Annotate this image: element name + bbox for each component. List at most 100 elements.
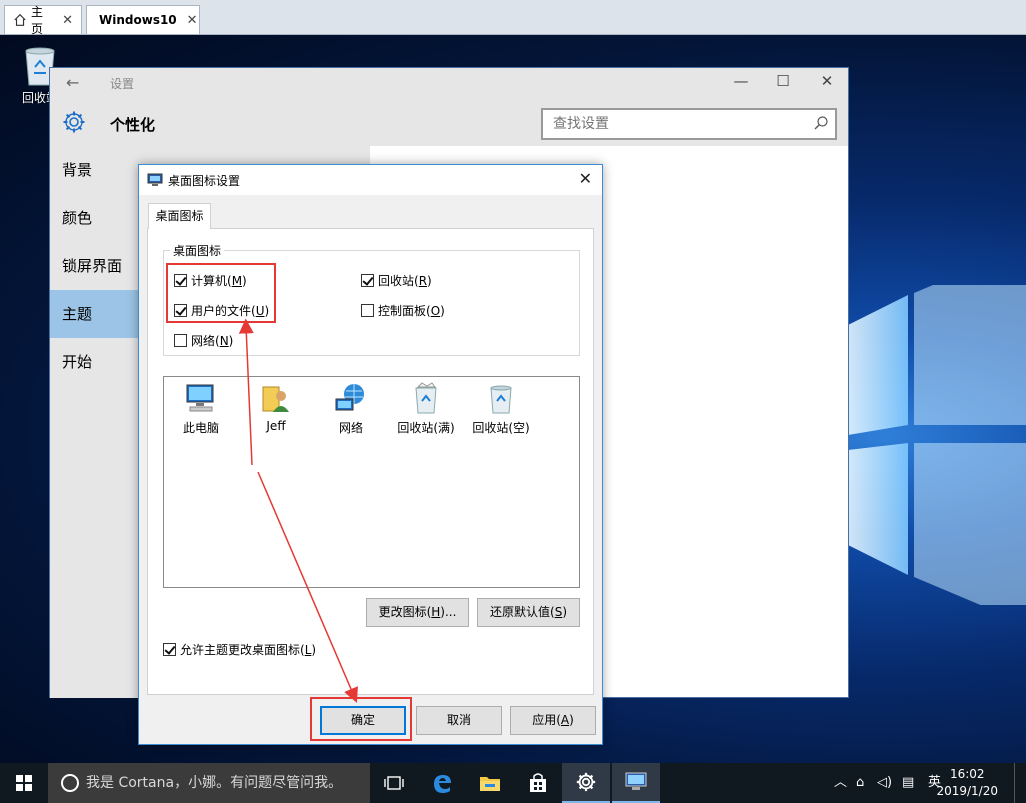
list-item-network[interactable]: 网络 <box>315 381 387 436</box>
list-item-label: 回收站(空) <box>472 421 530 435</box>
allow-theme-checkbox[interactable]: 允许主题更改桌面图标(L) <box>163 641 316 658</box>
checkbox-box[interactable] <box>361 274 374 287</box>
apply-button[interactable]: 应用(A) <box>510 706 596 735</box>
cancel-button[interactable]: 取消 <box>416 706 502 735</box>
minimize-icon[interactable]: — <box>730 72 752 90</box>
list-item-label: Jeff <box>266 419 286 433</box>
change-icon-button[interactable]: 更改图标(H)... <box>366 598 469 627</box>
list-item-label: 此电脑 <box>182 421 219 435</box>
checkbox-box[interactable] <box>361 304 374 317</box>
annotation-box-ok <box>310 697 412 741</box>
task-view-icon <box>384 776 404 790</box>
cortana-icon <box>61 774 79 792</box>
windows-start-icon <box>16 775 32 791</box>
restore-label: 还原默认值( <box>490 605 555 619</box>
search-icon <box>814 116 828 130</box>
control-panel-checkbox-key: O <box>430 303 441 318</box>
icon-list[interactable]: 此电脑 Jeff 网络 回收站(满) 回收站(空) <box>163 376 580 588</box>
settings-titlebar: ← 设置 — ☐ ✕ <box>50 68 848 98</box>
allow-theme-tail: ) <box>311 642 317 657</box>
change-icon-tail: )... <box>440 605 457 619</box>
network-icon <box>335 384 364 411</box>
checkbox-box[interactable] <box>174 334 187 347</box>
list-item-this-pc[interactable]: 此电脑 <box>165 381 237 436</box>
control-panel-checkbox-tail: ) <box>440 303 445 318</box>
network-checkbox[interactable]: 网络(N) <box>174 332 233 349</box>
taskbar-file-explorer[interactable] <box>466 763 514 803</box>
clock[interactable]: 16:02 2019/1/20 <box>936 766 998 800</box>
settings-title: 设置 <box>110 77 135 91</box>
search-input[interactable] <box>543 110 803 138</box>
back-arrow-icon[interactable]: ← <box>66 73 79 92</box>
tab-home-label: 主页 <box>31 5 44 36</box>
windows-logo-wallpaper <box>848 285 1026 605</box>
cortana-search[interactable]: 我是 Cortana，小娜。有问题尽管问我。 <box>48 763 370 803</box>
chevron-up-icon[interactable]: ︿ <box>834 763 847 803</box>
recycle-checkbox-key: R <box>418 273 428 288</box>
taskbar: 我是 Cortana，小娜。有问题尽管问我。 ︿ ⌂ ◁) ▤ 英 16:02 … <box>0 763 1026 803</box>
vm-tab-strip: 主页 ✕ Windows10 ✕ <box>0 0 1026 36</box>
restore-tail: ) <box>562 605 567 619</box>
gear-icon <box>576 772 596 792</box>
show-desktop-button[interactable] <box>1014 763 1018 803</box>
desktop-icon-settings-dialog: 桌面图标设置 ✕ 桌面图标 桌面图标 计算机(M) 回收站(R) 用户的文件(U… <box>138 164 603 745</box>
gear-icon <box>63 111 85 133</box>
list-item-recycle-full[interactable]: 回收站(满) <box>390 381 462 436</box>
settings-header: 个性化 <box>50 98 848 146</box>
list-item-label: 回收站(满) <box>397 421 455 435</box>
network-checkbox-label: 网络( <box>191 334 220 348</box>
recycle-bin-checkbox[interactable]: 回收站(R) <box>361 272 432 289</box>
volume-icon[interactable]: ◁) <box>877 763 892 803</box>
taskbar-store[interactable] <box>514 763 562 803</box>
list-item-label: 网络 <box>338 421 363 435</box>
close-icon[interactable]: ✕ <box>187 13 198 28</box>
tab-vm[interactable]: Windows10 ✕ <box>86 5 200 34</box>
restore-defaults-button[interactable]: 还原默认值(S) <box>477 598 580 627</box>
taskbar-edge[interactable] <box>418 763 466 803</box>
folder-icon <box>480 777 500 791</box>
notification-icon[interactable]: ▤ <box>902 763 914 803</box>
task-view-button[interactable] <box>370 763 418 803</box>
list-item-recycle-empty[interactable]: 回收站(空) <box>465 381 537 436</box>
page-title: 个性化 <box>110 116 156 134</box>
allow-theme-label: 允许主题更改桌面图标( <box>180 643 305 657</box>
home-icon <box>14 13 26 26</box>
apply-tail: ) <box>569 713 574 727</box>
close-icon[interactable]: ✕ <box>579 169 592 188</box>
cortana-search-text: 我是 Cortana，小娜。有问题尽管问我。 <box>86 775 343 791</box>
dialog-title: 桌面图标设置 <box>168 174 241 188</box>
apply-label: 应用( <box>532 713 561 727</box>
store-bag-icon <box>530 773 546 792</box>
taskbar-desktop-icon-settings[interactable] <box>612 763 660 803</box>
network-checkbox-tail: ) <box>228 333 234 348</box>
clock-time: 16:02 <box>949 767 985 781</box>
group-label: 桌面图标 <box>170 242 225 259</box>
settings-search-box[interactable] <box>541 108 837 140</box>
change-icon-label: 更改图标( <box>378 605 432 619</box>
control-panel-checkbox[interactable]: 控制面板(O) <box>361 302 445 319</box>
allow-theme-key: L <box>304 642 312 657</box>
dialog-titlebar: 桌面图标设置 ✕ <box>139 165 602 195</box>
recycle-checkbox-label: 回收站( <box>378 274 419 288</box>
close-icon[interactable]: ✕ <box>62 13 73 28</box>
monitor-icon <box>625 772 647 790</box>
network-status-icon[interactable]: ⌂ <box>856 763 864 803</box>
apply-key: A <box>560 713 570 727</box>
tab-home[interactable]: 主页 ✕ <box>4 5 82 36</box>
recycle-bin-full-icon <box>415 382 437 414</box>
tab-vm-label: Windows10 <box>99 13 177 27</box>
close-icon[interactable]: ✕ <box>816 72 838 90</box>
network-checkbox-key: N <box>219 333 229 348</box>
checkbox-box[interactable] <box>163 643 176 656</box>
annotation-box-checkboxes <box>166 263 276 323</box>
clock-date: 2019/1/20 <box>936 784 998 798</box>
recycle-bin-empty-icon <box>490 385 512 414</box>
taskbar-settings[interactable] <box>562 763 610 803</box>
computer-icon <box>186 384 214 412</box>
tab-desktop-icons[interactable]: 桌面图标 <box>148 203 211 229</box>
maximize-icon[interactable]: ☐ <box>772 72 794 90</box>
list-item-user[interactable]: Jeff <box>240 381 312 433</box>
recycle-checkbox-tail: ) <box>427 273 432 288</box>
change-icon-key: H <box>431 605 441 619</box>
start-button[interactable] <box>0 763 48 803</box>
